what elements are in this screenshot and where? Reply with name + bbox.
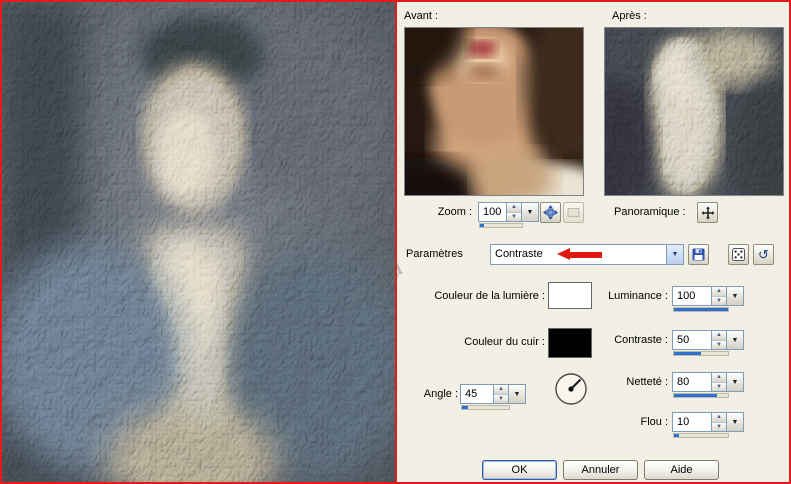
sharpness-slider-button[interactable]: ▼ [727, 372, 744, 392]
annotation-arrow-icon [557, 248, 603, 261]
contrast-label: Contraste : [614, 334, 668, 346]
before-painting [405, 28, 583, 195]
contrast-spinner: ▲ ▼ [712, 330, 727, 350]
sharpness-spin-down-icon[interactable]: ▼ [712, 382, 726, 392]
luminance-slider-button[interactable]: ▼ [727, 286, 744, 306]
light-color-label: Couleur de la lumière : [434, 290, 545, 302]
after-preview-image[interactable] [604, 27, 784, 196]
actual-size-button[interactable] [563, 202, 584, 223]
sharpness-spinner: ▲ ▼ [712, 372, 727, 392]
save-preset-button[interactable] [688, 244, 709, 265]
randomize-button[interactable] [728, 244, 749, 265]
contrast-value-bar [673, 351, 729, 356]
sharpness-value-bar [673, 393, 729, 398]
luminance-label: Luminance : [608, 290, 668, 302]
angle-spinner: ▲ ▼ [494, 384, 509, 404]
zoom-control: 100 ▲ ▼ ▼ [478, 202, 539, 229]
cancel-button[interactable]: Annuler [563, 460, 638, 480]
angle-dial[interactable] [552, 370, 590, 408]
after-label: Après : [612, 10, 647, 22]
blur-label: Flou : [640, 416, 668, 428]
main-canvas [2, 2, 397, 482]
light-color-swatch[interactable] [548, 282, 592, 309]
sharpness-control: 80 ▲ ▼ ▼ [672, 372, 744, 399]
help-button[interactable]: Aide [644, 460, 719, 480]
zoom-slider-button[interactable]: ▼ [522, 202, 539, 222]
zoom-value-bar [479, 223, 523, 228]
navigate-icon [543, 205, 558, 220]
luminance-control: 100 ▲ ▼ ▼ [672, 286, 744, 313]
presets-label: Paramètres [406, 248, 463, 260]
after-texture [605, 28, 783, 195]
luminance-spin-up-icon[interactable]: ▲ [712, 287, 726, 296]
blur-spin-up-icon[interactable]: ▲ [712, 413, 726, 422]
actual-size-icon [567, 206, 580, 219]
reset-icon: ↺ [758, 248, 769, 261]
sharpness-label: Netteté : [626, 376, 668, 388]
contrast-control: 50 ▲ ▼ ▼ [672, 330, 744, 357]
blur-spinner: ▲ ▼ [712, 412, 727, 432]
zoom-spinner: ▲ ▼ [507, 202, 522, 222]
presets-dropdown-arrow-icon[interactable]: ▼ [666, 245, 683, 264]
screenshot-root: Avant : Après : [0, 0, 791, 484]
angle-control: 45 ▲ ▼ ▼ [460, 384, 526, 411]
angle-input[interactable]: 45 [460, 384, 494, 404]
zoom-spin-up-icon[interactable]: ▲ [507, 203, 521, 212]
contrast-input[interactable]: 50 [672, 330, 712, 350]
before-label: Avant : [404, 10, 438, 22]
luminance-spin-down-icon[interactable]: ▼ [712, 296, 726, 306]
sharpness-spin-up-icon[interactable]: ▲ [712, 373, 726, 382]
blur-control: 10 ▲ ▼ ▼ [672, 412, 744, 439]
angle-spin-down-icon[interactable]: ▼ [494, 394, 508, 404]
contrast-spin-down-icon[interactable]: ▼ [712, 340, 726, 350]
angle-slider-button[interactable]: ▼ [509, 384, 526, 404]
pan-button[interactable] [697, 202, 718, 223]
angle-label: Angle : [424, 388, 458, 400]
zoom-input[interactable]: 100 [478, 202, 507, 222]
leather-color-swatch[interactable] [548, 328, 592, 358]
sharpness-input[interactable]: 80 [672, 372, 712, 392]
effect-dialog: Avant : Après : [397, 2, 789, 482]
luminance-value-bar [673, 307, 729, 312]
textured-portrait-image [2, 2, 395, 482]
contrast-spin-up-icon[interactable]: ▲ [712, 331, 726, 340]
blur-value-bar [673, 433, 729, 438]
pan-icon [701, 206, 715, 220]
luminance-spinner: ▲ ▼ [712, 286, 727, 306]
pan-label: Panoramique : [614, 206, 686, 218]
zoom-spin-down-icon[interactable]: ▼ [507, 212, 521, 222]
dice-icon [732, 248, 745, 261]
angle-spin-up-icon[interactable]: ▲ [494, 385, 508, 394]
reset-button[interactable]: ↺ [753, 244, 774, 265]
blur-input[interactable]: 10 [672, 412, 712, 432]
before-preview-image[interactable] [404, 27, 584, 196]
navigate-preview-button[interactable] [540, 202, 561, 223]
angle-value-bar [461, 405, 510, 410]
leather-color-label: Couleur du cuir : [464, 336, 545, 348]
zoom-label: Zoom : [438, 206, 472, 218]
save-icon [692, 248, 705, 261]
contrast-slider-button[interactable]: ▼ [727, 330, 744, 350]
ok-button[interactable]: OK [482, 460, 557, 480]
luminance-input[interactable]: 100 [672, 286, 712, 306]
angle-dial-icon [552, 370, 590, 408]
blur-spin-down-icon[interactable]: ▼ [712, 422, 726, 432]
blur-slider-button[interactable]: ▼ [727, 412, 744, 432]
